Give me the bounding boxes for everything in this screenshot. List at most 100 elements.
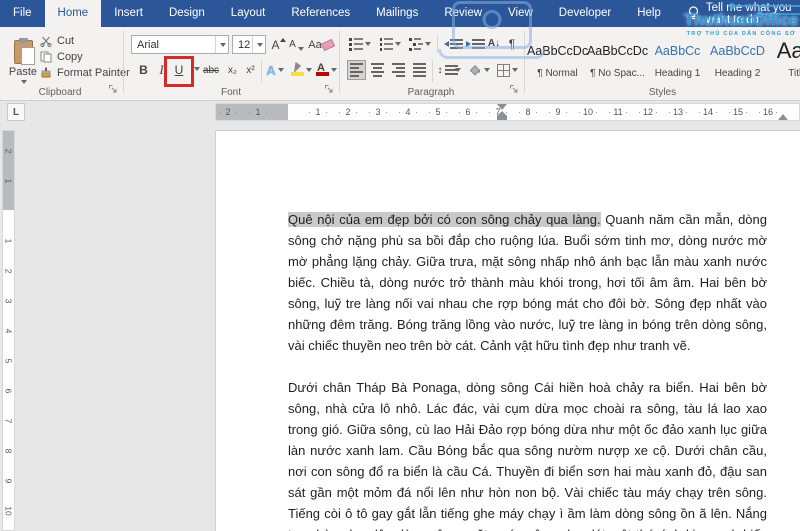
ruler-number: 10 [573, 104, 603, 120]
tab-stop-selector[interactable]: L [7, 103, 25, 121]
style-name: ¶ No Spac... [590, 68, 645, 79]
small-separator [261, 60, 262, 82]
ruler-number: 12 [633, 104, 663, 120]
font-color-button[interactable]: A [313, 60, 337, 80]
paint-bucket-icon [469, 64, 482, 77]
copy-button[interactable]: Copy [40, 51, 83, 63]
font-dialog-launcher-icon[interactable] [324, 84, 336, 96]
left-indent-marker[interactable] [497, 112, 507, 120]
caret-up-icon [280, 38, 286, 42]
ribbon: Paste Cut Copy Format Painter Clipboard … [0, 27, 800, 101]
sort-button[interactable]: A↓ [485, 34, 503, 53]
line-spacing-button[interactable]: ↕ [436, 60, 462, 80]
paragraph-group-label: Paragraph [341, 87, 521, 98]
multilevel-list-icon [409, 38, 423, 51]
show-hide-pilcrow-button[interactable]: ¶ [504, 34, 520, 53]
bold-button[interactable]: B [135, 60, 152, 80]
highlighter-icon [289, 62, 304, 78]
small-separator [432, 60, 433, 82]
ruler-number: 1 [243, 104, 273, 120]
bullets-button[interactable] [347, 35, 373, 53]
align-center-button[interactable] [368, 60, 387, 80]
style-preview: AaBbCc [655, 34, 701, 68]
text-effects-button[interactable]: A [264, 60, 286, 80]
caret-down-icon [298, 47, 304, 51]
borders-icon [497, 64, 510, 77]
tell-me-box[interactable]: Tell me what you want to do [688, 0, 800, 27]
paste-button[interactable]: Paste [5, 32, 41, 92]
justify-button[interactable] [410, 60, 429, 80]
paragraph-1[interactable]: Quê nội của em đẹp bởi có con sông chảy … [288, 209, 767, 356]
numbering-button[interactable] [377, 35, 403, 53]
scissors-icon [40, 35, 52, 47]
ribbon-tab[interactable]: Design [156, 0, 218, 27]
ribbon-tab[interactable]: Mailings [363, 0, 431, 27]
clear-formatting-button[interactable] [320, 36, 336, 53]
ruler-number: 1 [0, 236, 24, 247]
ruler-number: 2 [0, 266, 24, 277]
style-card[interactable]: AaBbCcDc ¶ Normal [529, 33, 586, 85]
shading-button[interactable] [466, 60, 492, 80]
first-line-indent-marker[interactable] [497, 104, 507, 110]
chevron-down-icon [21, 80, 27, 84]
style-card[interactable]: AaB Title [769, 33, 800, 85]
ribbon-tab[interactable]: Insert [101, 0, 156, 27]
subscript-button[interactable]: x₂ [224, 60, 241, 80]
style-card[interactable]: AaBbCcDc ¶ No Spac... [589, 33, 646, 85]
strikethrough-button[interactable]: abc [200, 60, 222, 80]
multilevel-list-button[interactable] [407, 35, 433, 53]
format-painter-button[interactable]: Format Painter [40, 67, 130, 79]
ruler-number: 2 [0, 146, 24, 157]
style-card[interactable]: AaBbCcD Heading 2 [709, 33, 766, 85]
ruler-number: 15 [723, 104, 753, 120]
ribbon-tab[interactable]: Layout [218, 0, 279, 27]
ribbon-tab[interactable]: Developer [546, 0, 624, 27]
ruler-number: 5 [423, 104, 453, 120]
ruler-number: 1 [0, 176, 24, 187]
document-text-area[interactable]: Quê nội của em đẹp bởi có con sông chảy … [216, 131, 800, 531]
underline-highlight-red-box [164, 56, 194, 87]
font-family-combo[interactable]: Arial [131, 35, 229, 54]
ruler-number: 1 [303, 104, 333, 120]
align-right-button[interactable] [389, 60, 408, 80]
shrink-font-button[interactable]: A [288, 35, 305, 54]
text-highlight-button[interactable] [288, 60, 312, 80]
cut-button[interactable]: Cut [40, 35, 74, 47]
ruler-number: 2 [213, 104, 243, 120]
style-name: Title [788, 68, 800, 79]
superscript-button[interactable]: x² [242, 60, 259, 80]
paragraph-dialog-launcher-icon[interactable] [509, 84, 521, 96]
copy-icon [40, 51, 52, 63]
align-left-button[interactable] [347, 60, 366, 80]
decrease-indent-button[interactable] [441, 35, 461, 53]
style-card[interactable]: AaBbCc Heading 1 [649, 33, 706, 85]
ruler-number: 14 [693, 104, 723, 120]
right-indent-marker[interactable] [778, 114, 788, 120]
ruler-margin-numbers: 21 [3, 136, 14, 196]
ribbon-tab[interactable]: Review [431, 0, 495, 27]
ribbon-tab-bar: File Home Insert Design Layout Reference… [0, 0, 800, 27]
document-page: Quê nội của em đẹp bởi có con sông chảy … [215, 130, 800, 531]
line-spacing-icon: ↕ [438, 65, 443, 76]
grow-font-button[interactable]: A [270, 35, 287, 54]
style-preview: AaBbCcDc [527, 34, 588, 68]
style-name: Heading 2 [715, 68, 761, 79]
ribbon-tab[interactable]: View [495, 0, 546, 27]
font-group-label: Font [126, 87, 336, 98]
align-center-icon [371, 63, 384, 77]
justify-icon [413, 63, 426, 77]
ribbon-tab[interactable]: References [278, 0, 363, 27]
ribbon-tab[interactable]: File [0, 0, 45, 27]
group-separator [524, 31, 525, 93]
clipboard-dialog-launcher-icon[interactable] [108, 84, 120, 96]
ruler-margin-numbers: 21 [213, 104, 273, 120]
paragraph-2[interactable]: Dưới chân Tháp Bà Ponaga, dòng sông Cái … [288, 377, 767, 531]
ruler-numbers: 12345678910111213141516 [303, 104, 783, 120]
ribbon-tab[interactable]: Home [45, 0, 102, 27]
style-name: ¶ Normal [537, 68, 577, 79]
borders-button[interactable] [494, 60, 520, 80]
increase-indent-button[interactable] [463, 35, 483, 53]
ribbon-tab[interactable]: Help [624, 0, 674, 27]
font-size-combo[interactable]: 12 [232, 35, 266, 54]
selected-text[interactable]: Quê nội của em đẹp bởi có con sông chảy … [288, 212, 601, 227]
